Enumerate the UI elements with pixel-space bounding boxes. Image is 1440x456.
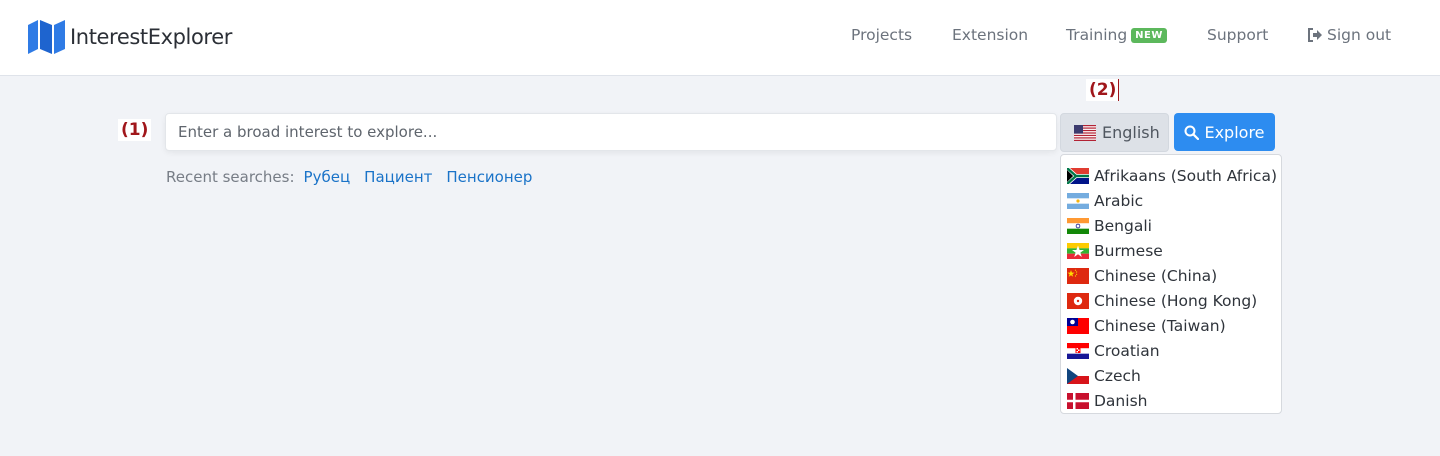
annotation-1: (1) <box>118 119 152 141</box>
cn-flag-icon <box>1067 267 1089 284</box>
explore-button-label: Explore <box>1204 122 1265 142</box>
map-logo-icon <box>28 20 65 54</box>
recent-search-link[interactable]: Пенсионер <box>446 168 532 186</box>
nav-training[interactable]: Training NEW <box>1066 26 1167 44</box>
language-option-label: Bengali <box>1094 216 1152 235</box>
logo-text: InterestExplorer <box>70 25 232 49</box>
recent-search-link[interactable]: Пациент <box>364 168 432 186</box>
recent-searches: Recent searches: Рубец Пациент Пенсионер <box>166 168 532 186</box>
dk-flag-icon <box>1067 392 1089 409</box>
za-flag-icon <box>1067 167 1089 184</box>
search-input[interactable] <box>165 113 1057 151</box>
annotation-2: (2) <box>1086 79 1120 101</box>
language-option-arabic[interactable]: Arabic <box>1061 188 1281 213</box>
language-option-danish[interactable]: Danish <box>1061 388 1281 413</box>
top-navbar: InterestExplorer Projects Extension Trai… <box>0 0 1440 76</box>
language-option-afrikaans[interactable]: Afrikaans (South Africa) <box>1061 163 1281 188</box>
nav-projects[interactable]: Projects <box>851 26 912 44</box>
explore-button[interactable]: Explore <box>1174 113 1275 151</box>
nav-signout-label: Sign out <box>1327 26 1392 44</box>
language-select-button[interactable]: English <box>1060 113 1169 152</box>
hr-flag-icon <box>1067 342 1089 359</box>
language-option-czech[interactable]: Czech <box>1061 363 1281 388</box>
language-option-burmese[interactable]: Burmese <box>1061 238 1281 263</box>
cz-flag-icon <box>1067 367 1089 384</box>
nav-signout[interactable]: Sign out <box>1307 26 1391 44</box>
language-option-label: Croatian <box>1094 341 1160 360</box>
language-option-croatian[interactable]: Croatian <box>1061 338 1281 363</box>
language-option-chinese-china[interactable]: Chinese (China) <box>1061 263 1281 288</box>
language-option-bengali[interactable]: Bengali <box>1061 213 1281 238</box>
sign-out-icon <box>1308 28 1322 42</box>
hk-flag-icon <box>1067 292 1089 309</box>
tw-flag-icon <box>1067 317 1089 334</box>
language-option-label: Czech <box>1094 366 1141 385</box>
language-option-chinese-taiwan[interactable]: Chinese (Taiwan) <box>1061 313 1281 338</box>
language-option-label: Arabic <box>1094 191 1144 210</box>
in-flag-icon <box>1067 217 1089 234</box>
search-icon <box>1184 125 1200 140</box>
language-option-label: Afrikaans (South Africa) <box>1094 166 1277 185</box>
nav-support[interactable]: Support <box>1207 26 1268 44</box>
logo[interactable]: InterestExplorer <box>28 20 232 54</box>
language-option-label: Burmese <box>1094 241 1163 260</box>
language-selected: English <box>1102 123 1160 142</box>
nav-training-label: Training <box>1066 26 1128 44</box>
recent-searches-label: Recent searches: <box>166 168 295 186</box>
new-badge: NEW <box>1131 28 1167 43</box>
language-option-label: Chinese (Taiwan) <box>1094 316 1226 335</box>
language-option-label: Danish <box>1094 391 1148 410</box>
language-option-label: Chinese (Hong Kong) <box>1094 291 1258 310</box>
us-flag-icon <box>1074 124 1096 141</box>
mm-flag-icon <box>1067 242 1089 259</box>
nav-extension[interactable]: Extension <box>952 26 1028 44</box>
recent-search-link[interactable]: Рубец <box>304 168 351 186</box>
language-option-label: Chinese (China) <box>1094 266 1218 285</box>
language-option-chinese-hong-kong[interactable]: Chinese (Hong Kong) <box>1061 288 1281 313</box>
ar-flag-icon <box>1067 192 1089 209</box>
language-dropdown: Afrikaans (South Africa) Arabic Bengali … <box>1060 154 1282 414</box>
